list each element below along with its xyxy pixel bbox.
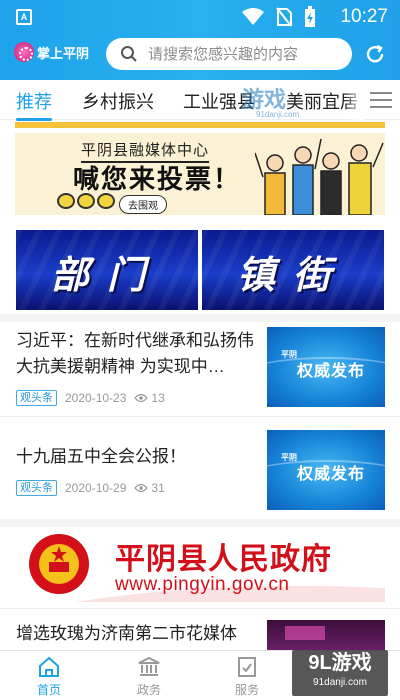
row-divider bbox=[0, 416, 400, 417]
banner-sliver bbox=[15, 122, 385, 128]
tab-menu-icon[interactable] bbox=[370, 92, 392, 108]
news-tag: 观头条 bbox=[16, 390, 57, 406]
nav-service[interactable]: 服务 bbox=[212, 655, 282, 698]
news-thumbnail-3[interactable] bbox=[267, 620, 385, 650]
nav-government[interactable]: 政务 bbox=[114, 655, 184, 698]
row-divider bbox=[0, 608, 400, 609]
news-title: 十九届五中全会公报！ bbox=[16, 447, 186, 466]
active-tab-indicator bbox=[16, 118, 52, 121]
overlay-watermark-main: 游戏 bbox=[242, 87, 287, 112]
nav-home[interactable]: 首页 bbox=[14, 655, 84, 698]
status-time: 10:27 bbox=[340, 6, 388, 27]
crowd-illustration-icon bbox=[255, 138, 384, 215]
corner-watermark-main: 9L游戏 bbox=[308, 652, 372, 674]
nav-service-label: 服务 bbox=[234, 683, 259, 697]
home-icon bbox=[39, 656, 59, 677]
battery-charging-icon bbox=[305, 6, 315, 27]
search-icon bbox=[121, 46, 137, 62]
thumb-label: 权威发布 bbox=[297, 466, 366, 483]
government-url: www.pingyin.gov.cn bbox=[115, 574, 290, 595]
section-divider bbox=[0, 519, 400, 527]
news-views-count: 13 bbox=[151, 391, 165, 405]
tab-rural[interactable]: 乡村振兴 bbox=[82, 88, 154, 114]
news-thumbnail-1[interactable]: 平阴 权威发布 bbox=[267, 327, 385, 407]
search-bar[interactable] bbox=[106, 38, 352, 70]
news-views-count: 31 bbox=[151, 481, 165, 495]
news-views: 31 bbox=[134, 481, 165, 495]
status-bar: A 10:27 bbox=[0, 0, 400, 34]
vote-banner[interactable]: 平阴县融媒体中心 喊您来投票！ 去围观 bbox=[15, 133, 385, 215]
tab-fade bbox=[344, 80, 364, 120]
eye-icon bbox=[134, 483, 149, 493]
nav-government-label: 政务 bbox=[136, 683, 161, 697]
thumb-logo: 平阴 bbox=[281, 350, 297, 359]
status-icons bbox=[242, 6, 316, 27]
eye-decor-icon bbox=[57, 193, 115, 209]
corner-watermark-sub: 91danji.com bbox=[313, 677, 367, 688]
news-views: 13 bbox=[134, 391, 165, 405]
logo-text: 掌上平阴 bbox=[37, 45, 90, 61]
app-notification-icon: A bbox=[16, 9, 32, 25]
tab-recommend[interactable]: 推荐 bbox=[16, 88, 52, 114]
app-header: 掌上平阴 bbox=[0, 34, 400, 80]
news-date: 2020-10-23 bbox=[65, 391, 127, 405]
news-thumbnail-2[interactable]: 平阴 权威发布 bbox=[267, 430, 385, 510]
overlay-watermark: 游戏 91danji.com bbox=[242, 82, 299, 119]
government-banner[interactable]: 平阴县人民政府 www.pingyin.gov.cn bbox=[15, 528, 385, 602]
service-icon bbox=[238, 657, 256, 677]
news-meta: 观头条 2020-10-29 31 bbox=[16, 480, 165, 496]
app-logo[interactable]: 掌上平阴 bbox=[14, 42, 89, 62]
news-meta: 观头条 2020-10-23 13 bbox=[16, 390, 165, 406]
vote-go-button[interactable]: 去围观 bbox=[119, 195, 167, 214]
wifi-icon bbox=[242, 8, 264, 25]
news-tag: 观头条 bbox=[16, 480, 57, 496]
nav-home-label: 首页 bbox=[36, 683, 61, 697]
town-banner-label: 镇街 bbox=[236, 255, 349, 297]
refresh-icon[interactable] bbox=[364, 43, 386, 65]
overlay-watermark-sub: 91danji.com bbox=[256, 110, 300, 119]
government-name: 平阴县人民政府 bbox=[115, 543, 332, 576]
national-emblem-icon bbox=[29, 534, 89, 594]
corner-watermark: 9L游戏 91danji.com bbox=[292, 650, 388, 696]
vote-banner-title: 喊您来投票！ bbox=[73, 164, 242, 194]
section-divider bbox=[0, 314, 400, 322]
department-banner-label: 部门 bbox=[50, 255, 163, 297]
no-sim-icon bbox=[276, 7, 292, 27]
channel-tabs: 推荐 乡村振兴 工业强县 美丽宜居 bbox=[0, 80, 400, 121]
eye-icon bbox=[134, 393, 149, 403]
department-banner[interactable]: 部门 bbox=[16, 230, 198, 310]
town-banner[interactable]: 镇街 bbox=[202, 230, 384, 310]
news-date: 2020-10-29 bbox=[65, 481, 127, 495]
government-icon bbox=[138, 656, 160, 676]
news-title: 增选玫瑰为济南第二市花媒体 bbox=[16, 624, 237, 643]
thumb-logo: 平阴 bbox=[281, 453, 297, 462]
thumb-label: 权威发布 bbox=[297, 363, 366, 380]
logo-icon bbox=[14, 42, 34, 62]
news-title: 习近平：在新时代继承和弘扬伟大抗美援朝精神 为实现中… bbox=[16, 331, 254, 376]
search-input[interactable] bbox=[148, 45, 338, 63]
